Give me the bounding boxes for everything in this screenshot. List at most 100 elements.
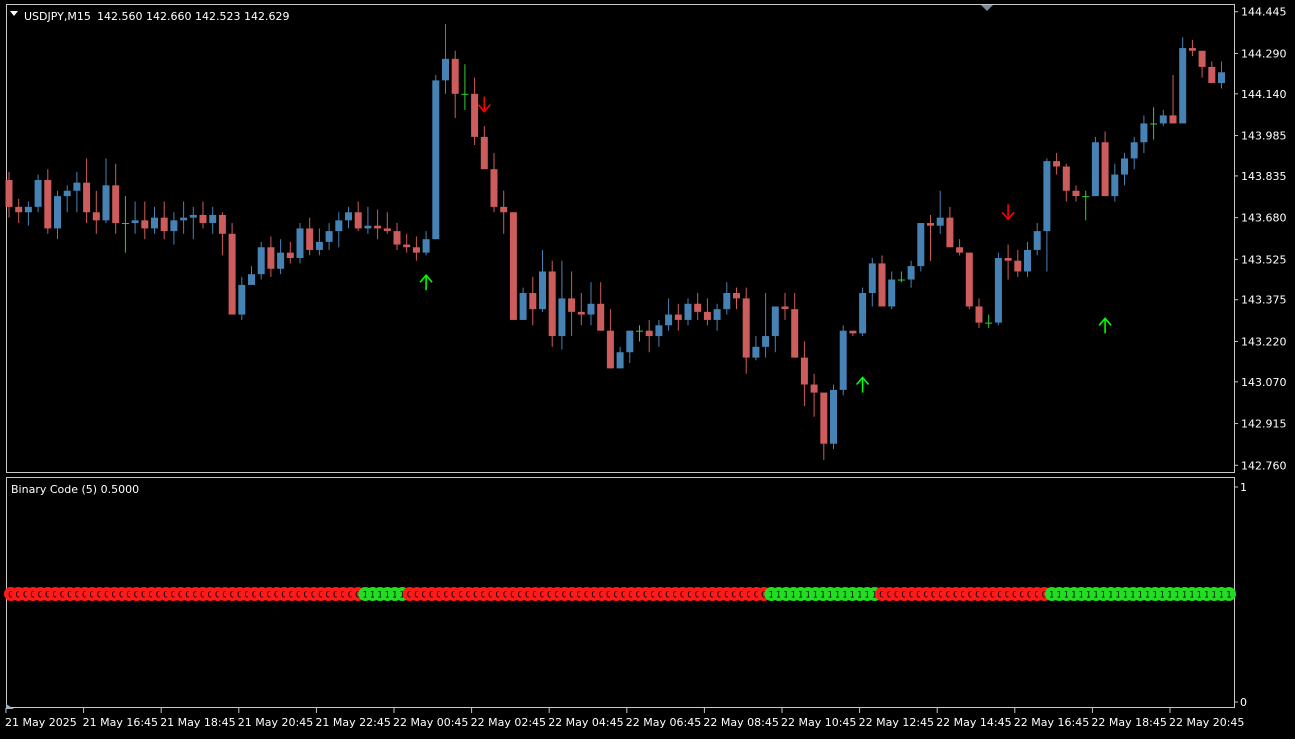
candle-body	[1024, 249, 1031, 272]
candle-body	[859, 293, 867, 334]
time-tick-label: 22 May 08:45	[703, 716, 778, 729]
candle-body	[626, 330, 634, 353]
candle-body	[1004, 258, 1012, 261]
time-tick-label: 21 May 20:45	[238, 716, 313, 729]
price-tick-label: 144.445	[1241, 6, 1287, 19]
candle-body	[752, 346, 760, 358]
candle-body	[703, 311, 711, 320]
candle-body	[723, 293, 731, 310]
candle-body	[461, 93, 469, 95]
time-tick-label: 21 May 18:45	[160, 716, 235, 729]
candle-body	[587, 303, 595, 315]
candle-body	[248, 274, 255, 285]
candle-body	[267, 247, 275, 269]
candle-body	[820, 392, 828, 444]
candle-body	[791, 309, 799, 358]
candle-body	[306, 228, 314, 250]
candle-body	[529, 293, 537, 310]
candle-body	[558, 298, 566, 337]
candle-body	[1179, 48, 1187, 124]
candle-body	[985, 322, 993, 324]
price-panel[interactable]	[6, 4, 1235, 473]
candle-body	[810, 384, 818, 393]
time-tick-label: 22 May 02:45	[471, 716, 546, 729]
time-tick-label: 22 May 12:45	[859, 716, 934, 729]
candle-body	[44, 179, 52, 229]
time-tick-label: 21 May 16:45	[83, 716, 158, 729]
time-tick-label: 22 May 04:45	[548, 716, 623, 729]
chart-window: USDJPY,M15 142.560 142.660 142.523 142.6…	[4, 4, 1287, 729]
candle-body	[548, 271, 556, 337]
candle-body	[907, 266, 915, 280]
candle-body	[868, 263, 876, 294]
candle-body	[209, 214, 217, 224]
candle-body	[1111, 174, 1119, 197]
candle-body	[568, 298, 576, 312]
candle-body	[994, 258, 1002, 323]
candle-body	[897, 279, 905, 281]
candle-body	[345, 212, 352, 221]
price-tick-label: 143.835	[1241, 170, 1287, 183]
price-tick-label: 142.915	[1241, 418, 1287, 431]
candle-body	[1198, 50, 1206, 67]
candle-body	[277, 252, 285, 269]
candle-body	[471, 93, 479, 137]
candle-body	[432, 80, 440, 240]
candle-body	[762, 336, 770, 347]
candle-body	[975, 306, 983, 323]
candle-body	[1140, 123, 1148, 143]
candle-body	[674, 314, 682, 320]
price-tick-label: 143.375	[1241, 294, 1287, 307]
candle-body	[403, 244, 411, 248]
candle-body	[1150, 123, 1158, 125]
candle-body	[112, 185, 120, 224]
candle-body	[577, 311, 585, 315]
indicator-tick-label: 1	[1240, 481, 1247, 494]
candle-body	[15, 206, 23, 213]
candle-body	[539, 271, 546, 310]
candle-body	[228, 233, 236, 315]
candle-body	[519, 293, 527, 320]
candle-body	[63, 190, 71, 197]
candle-body	[73, 182, 81, 191]
candle-body	[1169, 115, 1177, 124]
candle-body	[1159, 115, 1167, 124]
candle-body	[1121, 158, 1128, 175]
candle-body	[742, 298, 750, 358]
candle-body	[315, 241, 323, 250]
ohlc-readout: 142.560 142.660 142.523 142.629	[97, 10, 289, 23]
candle-body	[1033, 231, 1041, 250]
candle-body	[24, 206, 32, 213]
candle-body	[733, 293, 740, 299]
candle-body	[781, 306, 789, 310]
candle-body	[878, 263, 886, 307]
candle-body	[160, 217, 168, 232]
candle-body	[946, 217, 954, 248]
candle-body	[849, 330, 857, 334]
candle-body	[1101, 142, 1109, 197]
candle-body	[965, 252, 973, 307]
candle-body	[257, 247, 265, 275]
binary-digit-label: 1	[1226, 591, 1232, 601]
candle-body	[422, 239, 430, 253]
candle-body	[1218, 72, 1225, 84]
candle-body	[771, 306, 779, 337]
candle-body	[1072, 190, 1080, 197]
candle-body	[1014, 260, 1022, 272]
candle-body	[170, 220, 178, 232]
candle-body	[131, 220, 139, 224]
candle-body	[917, 223, 925, 267]
candle-body	[480, 136, 488, 170]
candle-body	[180, 217, 188, 221]
indicator-title: Binary Code (5) 0.5000	[11, 483, 139, 496]
candle-body	[616, 352, 624, 369]
candle-body	[1082, 196, 1090, 198]
candle-body	[383, 228, 391, 232]
candle-body	[296, 228, 304, 259]
time-tick-label: 22 May 16:45	[1014, 716, 1089, 729]
candle-body	[1208, 66, 1216, 84]
price-tick-label: 143.985	[1241, 130, 1287, 143]
candle-body	[102, 185, 110, 221]
candle-body	[800, 357, 808, 385]
candle-body	[830, 389, 837, 444]
